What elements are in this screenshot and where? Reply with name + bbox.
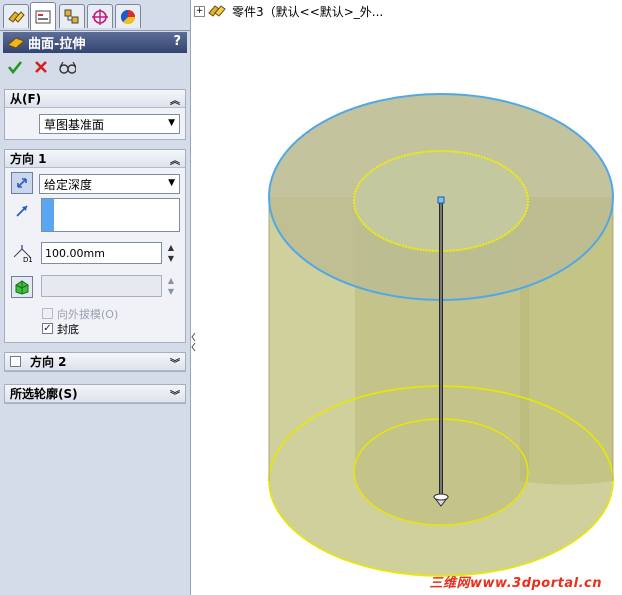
selection-active-bar: [42, 199, 54, 231]
direction2-group[interactable]: 方向 2 ︾: [4, 352, 186, 372]
end-condition-select[interactable]: 给定深度 ▼: [39, 174, 180, 194]
top-face: [269, 94, 613, 300]
direction-vector-icon-wrap: [11, 200, 33, 222]
checkmark-icon: [7, 61, 23, 75]
depth-dimension-icon-wrap: D1: [11, 242, 33, 264]
draft-on-off-button[interactable]: [11, 276, 33, 298]
feature-tree-flyout: + 零件3（默认<<默认>_外...: [194, 2, 383, 20]
cancel-button[interactable]: [32, 58, 50, 76]
draft-outward-checkbox[interactable]: [42, 308, 53, 319]
from-header-label: 从(F): [10, 92, 42, 106]
drag-handle: [437, 196, 445, 204]
bottom-outer-edge-back: [268, 385, 614, 482]
bottom-outer-edge-front: [268, 480, 614, 577]
end-condition-value: 给定深度: [44, 177, 93, 192]
direction-arrow-icon: [16, 205, 28, 217]
detailed-preview-button[interactable]: [58, 58, 76, 76]
direction-vector-selection-box[interactable]: [41, 198, 180, 232]
glasses-icon: [59, 61, 76, 74]
depth-value: 100.00mm: [45, 246, 105, 260]
chevron-down-icon: ▼: [168, 118, 175, 128]
draft-angle-input[interactable]: [41, 275, 162, 297]
configuration-manager-tab[interactable]: [59, 4, 85, 28]
top-inner-face: [354, 151, 528, 251]
bottom-inner-edge: [353, 418, 529, 526]
from-select-value: 草图基准面: [44, 117, 105, 132]
depth-spinner[interactable]: ▲ ▼: [165, 242, 177, 264]
chevron-up-icon: ︽: [170, 156, 180, 167]
top-inner-edge: [353, 150, 529, 252]
property-manager-panel: 曲面-拉伸 ? 从(F) ︽ 草图基准面 ▼ 方向 1 ︽ 给定深度 ▼ D1 …: [0, 0, 191, 595]
arrow-base: [433, 493, 449, 501]
outer-cylinder-shade: [520, 197, 613, 485]
ok-button[interactable]: [6, 58, 24, 76]
draft-outward-label: 向外拔模(O): [57, 308, 119, 321]
selected-contours-group[interactable]: 所选轮廓(S) ︾: [4, 384, 186, 404]
property-manager-tab[interactable]: [30, 2, 56, 30]
cap-end-checkbox[interactable]: ✓: [42, 323, 53, 334]
inner-cylinder-body: [355, 197, 529, 525]
from-group-header[interactable]: 从(F) ︽: [5, 90, 185, 108]
outer-cylinder-body: [269, 197, 613, 576]
feature-title-bar: 曲面-拉伸 ?: [3, 32, 187, 53]
watermark: 三维网www.3dportal.cn: [429, 576, 602, 591]
selected-contours-label: 所选轮廓(S): [10, 387, 78, 401]
feature-title: 曲面-拉伸: [28, 37, 86, 52]
top-outer-edge: [268, 93, 614, 301]
feature-manager-tab[interactable]: [3, 4, 29, 28]
panel-splitter-handle[interactable]: [190, 330, 198, 354]
depth-input[interactable]: 100.00mm: [41, 242, 162, 264]
feature-manager-icon: [8, 10, 25, 23]
dimxpert-icon: [92, 8, 108, 25]
configuration-manager-icon: [64, 9, 79, 23]
manager-tabs: [0, 0, 190, 31]
direction2-header-label: 方向 2: [30, 355, 67, 369]
reverse-direction-button[interactable]: [11, 172, 33, 194]
surface-extrude-icon: [7, 36, 25, 49]
direction1-group-header[interactable]: 方向 1 ︽: [5, 150, 185, 168]
reverse-direction-icon: [17, 178, 27, 188]
direction1-header-label: 方向 1: [10, 152, 47, 166]
from-start-condition-select[interactable]: 草图基准面 ▼: [39, 114, 180, 134]
chevron-down-icon: ︾: [170, 359, 180, 370]
direction2-group-header[interactable]: 方向 2 ︾: [5, 353, 185, 371]
display-manager-tab[interactable]: [115, 4, 141, 28]
dimxpert-tab[interactable]: [87, 4, 113, 28]
close-icon: [35, 61, 47, 73]
direction1-group: 方向 1 ︽ 给定深度 ▼ D1 100.00mm ▲ ▼ ▲ ▼ 向外拔模(O): [4, 149, 186, 343]
direction2-checkbox[interactable]: [10, 356, 21, 367]
chevron-down-icon: ︾: [170, 391, 180, 402]
draft-angle-spinner[interactable]: ▲ ▼: [165, 275, 177, 297]
svg-text:D1: D1: [23, 256, 32, 263]
chevron-down-icon: ▼: [168, 178, 175, 188]
cap-end-label: 封底: [57, 323, 79, 336]
chevron-up-icon: ︽: [170, 96, 180, 107]
selected-contours-header[interactable]: 所选轮廓(S) ︾: [5, 385, 185, 403]
splitter-arrows-icon: [191, 332, 196, 352]
help-button[interactable]: ?: [173, 34, 181, 49]
expand-toggle[interactable]: +: [194, 5, 205, 17]
depth-dimension-icon: D1: [13, 245, 32, 263]
part-icon: [208, 5, 226, 17]
display-manager-icon: [120, 9, 136, 24]
from-group: 从(F) ︽ 草图基准面 ▼: [4, 89, 186, 140]
property-manager-icon: [35, 10, 51, 23]
arrow-head: [432, 496, 450, 507]
part-name[interactable]: 零件3（默认<<默认>_外...: [232, 3, 383, 20]
draft-icon: [15, 280, 29, 295]
